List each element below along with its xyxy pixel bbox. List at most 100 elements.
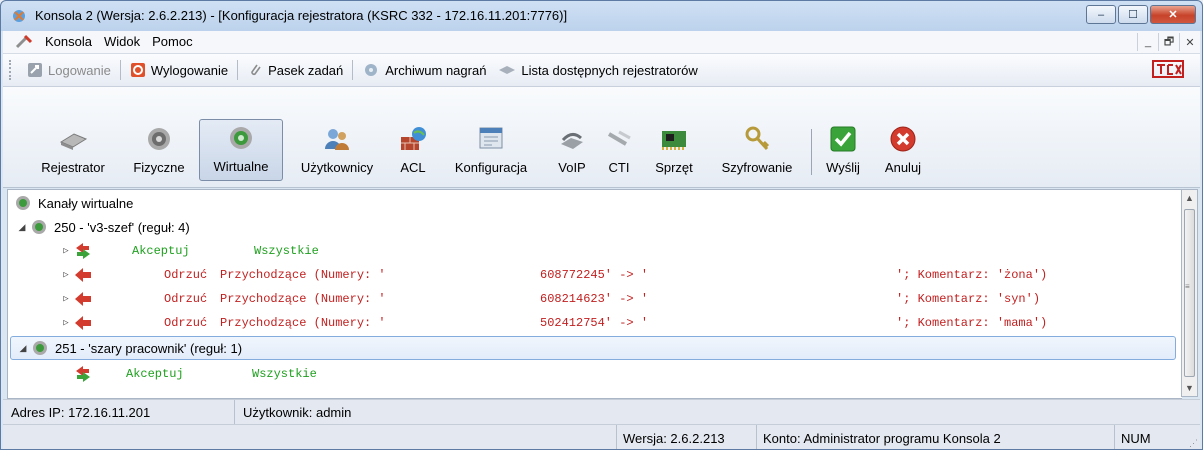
menu-widok[interactable]: Widok [98, 31, 146, 53]
login-icon [28, 63, 42, 77]
separator [811, 129, 812, 175]
minimize-button[interactable]: ‒ [1086, 5, 1116, 24]
check-icon [830, 126, 856, 152]
scroll-thumb[interactable] [1184, 209, 1195, 377]
pasek-zadan-label: Pasek zadań [268, 62, 344, 78]
account-status: Konto: Administrator programu Konsola 2 [756, 425, 1114, 449]
fizyczne-label: Fizyczne [133, 160, 185, 175]
anuluj-label: Anuluj [884, 160, 922, 175]
title-bar[interactable]: Konsola 2 (Wersja: 2.6.2.213) - [Konfigu… [1, 1, 1202, 31]
accept-arrows-icon [76, 366, 90, 382]
logowanie-button[interactable]: Logowanie [21, 58, 117, 82]
cancel-icon [890, 126, 916, 152]
module-szyfrowanie[interactable]: Szyfrowanie [707, 119, 807, 181]
module-anuluj[interactable]: Anuluj [875, 119, 931, 181]
collapse-arrow-icon[interactable]: ◢ [16, 222, 28, 233]
module-cti[interactable]: CTI [599, 119, 639, 181]
rule-action: Akceptuj [132, 244, 190, 258]
expand-arrow-icon[interactable]: ▷ [60, 294, 72, 304]
expand-arrow-icon[interactable]: ▷ [60, 270, 72, 280]
rule-row[interactable]: ▷ Odrzuć Przychodzące (Numery: ' 6087722… [8, 263, 1180, 287]
virtual-channel-icon [230, 127, 252, 149]
menu-konsola[interactable]: Konsola [39, 31, 98, 53]
tree-scrollbar[interactable]: ▲ ≡ ▼ [1181, 189, 1198, 397]
app-icon [13, 10, 25, 22]
expand-arrow-icon[interactable]: ▷ [60, 246, 72, 256]
pasek-zadan-button[interactable]: Pasek zadań [241, 58, 349, 82]
rule-row[interactable]: ▷ Akceptuj Wszystkie [8, 239, 1180, 263]
archiwum-button[interactable]: Archiwum nagrań [356, 58, 492, 82]
version-status: Wersja: 2.6.2.213 [616, 425, 756, 449]
wylogowanie-button[interactable]: Wylogowanie [124, 58, 234, 82]
cti-icon [607, 130, 631, 146]
resize-grip-icon[interactable]: ⋰ [1189, 438, 1198, 449]
module-rejestrator[interactable]: Rejestrator [31, 119, 115, 181]
separator [119, 60, 121, 80]
tree-group-250[interactable]: ◢ 250 - 'v3-szef' (reguł: 4) [8, 215, 1180, 239]
collapse-arrow-icon[interactable]: ◢ [17, 343, 29, 354]
rule-comment: '; Komentarz: 'żona') [896, 268, 1048, 282]
rule-number: 608214623' -> ' [540, 292, 649, 306]
mdi-minimize-button[interactable]: _ [1137, 33, 1158, 51]
module-sprzet[interactable]: Sprzęt [643, 119, 705, 181]
module-acl[interactable]: ACL [393, 119, 433, 181]
reject-arrow-icon [75, 292, 91, 306]
users-icon [325, 129, 349, 150]
rule-row[interactable]: Akceptuj Wszystkie [8, 362, 1180, 386]
connection-status-bar: Adres IP: 172.16.11.201 Użytkownik: admi… [3, 399, 1200, 424]
current-user: Użytkownik: admin [243, 404, 352, 420]
tree-group-251[interactable]: ◢ 251 - 'szary pracownik' (reguł: 1) [10, 336, 1176, 360]
tools-icon [15, 34, 33, 49]
rule-row[interactable]: ▷ Odrzuć Przychodzące (Numery: ' 6082146… [8, 287, 1180, 311]
virtual-channel-icon [32, 220, 46, 234]
expand-arrow-icon[interactable]: ▷ [60, 318, 72, 328]
rules-tree[interactable]: Kanały wirtualne ◢ 250 - 'v3-szef' (regu… [7, 189, 1182, 399]
virtual-channel-icon [33, 341, 47, 355]
module-wirtualne[interactable]: Wirtualne [199, 119, 283, 181]
group-label: 250 - 'v3-szef' (reguł: 4) [54, 219, 190, 235]
rule-action: Odrzuć [164, 292, 208, 306]
menu-bar: Konsola Widok Pomoc _ 🗗 ✕ [3, 31, 1200, 54]
wirtualne-label: Wirtualne [213, 159, 269, 174]
scroll-down-icon[interactable]: ▼ [1185, 383, 1194, 393]
mdi-restore-button[interactable]: 🗗 [1158, 33, 1179, 51]
num-lock-status: NUM [1114, 425, 1186, 449]
key-icon [745, 126, 770, 151]
rule-direction: Przychodzące (Numery: ' [220, 292, 386, 306]
separator [352, 60, 354, 80]
rule-direction: Przychodzące (Numery: ' [220, 316, 386, 330]
reject-arrow-icon [75, 268, 91, 282]
maximize-button[interactable]: ☐ [1118, 5, 1148, 24]
close-button[interactable]: ✕ [1150, 5, 1196, 24]
archive-icon [365, 64, 378, 76]
tree-root[interactable]: Kanały wirtualne [8, 191, 1180, 215]
tree-root-label: Kanały wirtualne [38, 195, 134, 211]
module-uzytkownicy[interactable]: Użytkownicy [287, 119, 387, 181]
lista-rejestratorow-button[interactable]: Lista dostępnych rejestratorów [492, 58, 703, 82]
mdi-close-button[interactable]: ✕ [1179, 33, 1200, 51]
wyslij-label: Wyślij [826, 160, 860, 175]
firewall-icon [401, 127, 426, 150]
szyfrowanie-label: Szyfrowanie [721, 160, 793, 175]
hardware-card-icon [662, 131, 686, 150]
scroll-grip-icon: ≡ [1185, 282, 1190, 291]
rule-direction: Wszystkie [254, 244, 319, 258]
module-voip[interactable]: VoIP [549, 119, 595, 181]
module-fizyczne[interactable]: Fizyczne [123, 119, 195, 181]
quick-toolbar: Logowanie Wylogowanie Pasek zadań Archiw… [3, 54, 1200, 87]
module-konfiguracja[interactable]: Konfiguracja [437, 119, 545, 181]
rule-row[interactable]: ▷ Odrzuć Przychodzące (Numery: ' 5024127… [8, 311, 1180, 335]
sprzet-label: Sprzęt [655, 160, 693, 175]
app-window: Konsola 2 (Wersja: 2.6.2.213) - [Konfigu… [0, 0, 1203, 450]
module-wyslij[interactable]: Wyślij [817, 119, 869, 181]
uzytkownicy-label: Użytkownicy [300, 160, 374, 175]
menu-pomoc[interactable]: Pomoc [146, 31, 198, 53]
acl-label: ACL [400, 160, 426, 175]
brand-logo-icon [1152, 60, 1184, 78]
rejestrator-label: Rejestrator [41, 160, 105, 175]
scroll-up-icon[interactable]: ▲ [1185, 193, 1194, 203]
rule-action: Odrzuć [164, 316, 208, 330]
logout-icon [130, 63, 145, 77]
toolbar-grip[interactable] [9, 60, 15, 80]
rule-direction: Wszystkie [252, 367, 317, 381]
